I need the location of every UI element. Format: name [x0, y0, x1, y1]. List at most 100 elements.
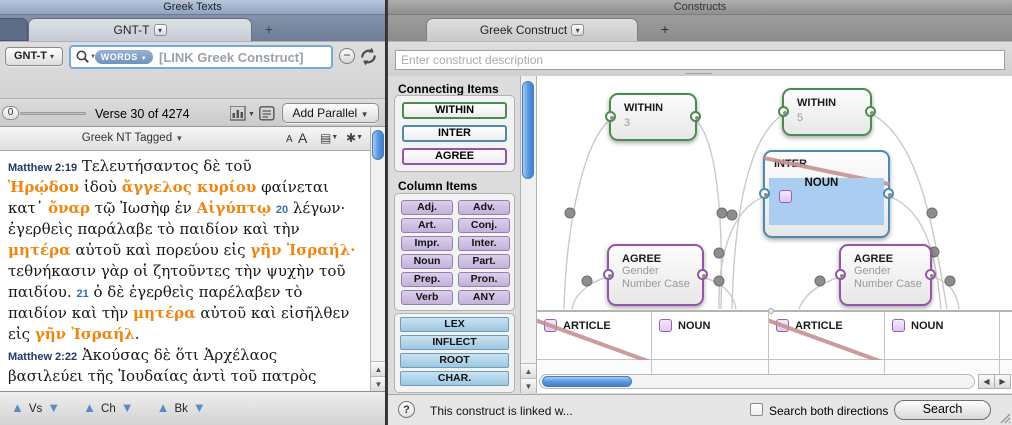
palette-item-adj[interactable]: Adj.: [401, 200, 453, 215]
scroll-left-button[interactable]: ◀: [978, 374, 995, 389]
increase-font-button[interactable]: A: [298, 130, 307, 146]
scroll-down-button[interactable]: ▼: [371, 376, 386, 391]
connector-socket[interactable]: [883, 188, 894, 199]
left-window-titlebar[interactable]: Greek Texts: [0, 0, 385, 15]
nav-bk-up-button[interactable]: ▲: [157, 400, 170, 415]
agree-node-2[interactable]: AGREE Gender Number Case: [839, 244, 932, 306]
palette-item-inflect[interactable]: INFLECT: [400, 335, 509, 350]
connector-socket[interactable]: [835, 269, 846, 280]
decrease-font-button[interactable]: A: [286, 134, 293, 145]
display-settings-icon[interactable]: ▤▼: [320, 131, 338, 145]
connector-socket[interactable]: [778, 106, 789, 117]
tab-dropdown-icon[interactable]: ▾: [571, 24, 584, 36]
search-button[interactable]: Search: [894, 400, 991, 420]
text-vertical-scrollbar[interactable]: ▲ ▼: [370, 127, 385, 391]
palette-item-agree[interactable]: AGREE: [402, 148, 507, 165]
palette-item-root[interactable]: ROOT: [400, 353, 509, 368]
search-input[interactable]: [159, 47, 327, 67]
verse-slider-thumb[interactable]: 0: [2, 106, 19, 120]
dropdown-arrow-icon[interactable]: ▼: [248, 111, 255, 118]
bible-text-pane[interactable]: Matthew 2:19 Τελευτήσαντος δὲ τοῦἩρῴδου …: [0, 151, 371, 391]
construct-description-input[interactable]: [395, 50, 1005, 70]
connector-socket[interactable]: [865, 106, 876, 117]
construct-canvas[interactable]: WITHIN 3 WITHIN 5 INTER NOUN: [537, 76, 1012, 393]
canvas-horizontal-scrollbar[interactable]: [539, 374, 975, 389]
palette-item-prep[interactable]: Prep.: [401, 272, 453, 287]
palette-item-any[interactable]: ANY: [458, 290, 510, 305]
connector-socket[interactable]: [603, 269, 614, 280]
palette-item-char[interactable]: CHAR.: [400, 371, 509, 386]
scroll-up-button[interactable]: ▲: [521, 363, 536, 378]
agree-node-1[interactable]: AGREE Gender Number Case: [607, 244, 704, 306]
right-window-titlebar[interactable]: Constructs: [388, 0, 1012, 15]
search-icon[interactable]: [75, 49, 91, 65]
palette-item-part[interactable]: Part.: [458, 254, 510, 269]
palette-item-inter[interactable]: INTER: [402, 125, 507, 142]
connector-socket[interactable]: [925, 269, 936, 280]
words-scope-pill[interactable]: WORDS ▼: [95, 50, 153, 64]
palette-item-inter[interactable]: Inter.: [458, 236, 510, 251]
palette-item-art[interactable]: Art.: [401, 218, 453, 233]
tab-greek-construct[interactable]: Greek Construct▾: [426, 18, 638, 41]
greek-text: φαίνεται: [256, 178, 328, 196]
left-new-tab-button[interactable]: +: [254, 18, 284, 41]
connector-socket[interactable]: [690, 111, 701, 122]
connector-socket[interactable]: [605, 111, 616, 122]
module-select-button[interactable]: GNT-T ▾: [5, 47, 63, 66]
verse-slider-track[interactable]: [20, 112, 86, 115]
nav-ch-up-button[interactable]: ▲: [83, 400, 96, 415]
within-node-2[interactable]: WITHIN 5: [782, 88, 872, 136]
palette-scrollbar[interactable]: ▲ ▼: [520, 76, 537, 393]
verse-number: 21: [76, 288, 88, 300]
help-button[interactable]: ?: [398, 401, 415, 418]
dropdown-arrow-icon: ▼: [361, 110, 369, 119]
within-node-1[interactable]: WITHIN 3: [609, 93, 697, 141]
scrollbar-thumb[interactable]: [542, 376, 632, 387]
nav-bk-down-button[interactable]: ▼: [193, 400, 206, 415]
add-parallel-button[interactable]: Add Parallel ▼: [282, 103, 379, 123]
tab-gnt-t[interactable]: GNT-T▾: [28, 18, 252, 41]
palette-item-impr[interactable]: Impr.: [401, 236, 453, 251]
column-checkbox[interactable]: [892, 319, 905, 332]
palette-item-verb[interactable]: Verb: [401, 290, 453, 305]
inter-node[interactable]: INTER NOUN: [763, 150, 890, 238]
tab-dropdown-icon[interactable]: ▾: [154, 24, 167, 36]
details-pane-icon[interactable]: [259, 106, 275, 121]
constructs-window: Constructs Greek Construct▾ + Connecting…: [388, 0, 1012, 425]
palette-item-adv[interactable]: Adv.: [458, 200, 510, 215]
left-tab-bar: GNT-T▾ +: [0, 15, 385, 41]
palette-item-pron[interactable]: Pron.: [458, 272, 510, 287]
column-article-1[interactable]: ARTICLE: [537, 312, 652, 376]
remove-search-row-button[interactable]: −: [339, 48, 355, 64]
palette-item-within[interactable]: WITHIN: [402, 102, 507, 119]
column-noun-2[interactable]: NOUN: [652, 312, 769, 376]
column-noun-4[interactable]: NOUN: [885, 312, 1000, 376]
nav-vs-up-button[interactable]: ▲: [11, 400, 24, 415]
resize-grip-icon[interactable]: [998, 411, 1011, 424]
verse-line: εἰς γῆν Ἰσραήλ.: [8, 324, 364, 345]
palette-item-noun[interactable]: Noun: [401, 254, 453, 269]
left-tab-stub[interactable]: [0, 18, 28, 41]
nav-vs-down-button[interactable]: ▼: [47, 400, 60, 415]
search-both-directions-checkbox[interactable]: [750, 403, 763, 416]
search-field[interactable]: ▼ WORDS ▼: [69, 45, 333, 69]
palette-item-conj[interactable]: Conj.: [458, 218, 510, 233]
connector-socket[interactable]: [697, 269, 708, 280]
palette-item-lex[interactable]: LEX: [400, 317, 509, 332]
noun-checkbox[interactable]: [779, 190, 792, 203]
scrollbar-thumb[interactable]: [372, 130, 384, 160]
scrollbar-thumb[interactable]: [522, 81, 534, 179]
connector-socket[interactable]: [759, 188, 770, 199]
column-checkbox[interactable]: [659, 319, 672, 332]
analysis-chart-icon[interactable]: [230, 106, 246, 121]
right-new-tab-button[interactable]: +: [650, 18, 680, 41]
scroll-right-button[interactable]: ▶: [994, 374, 1011, 389]
scroll-up-button[interactable]: ▲: [371, 361, 386, 376]
screenshot-root: { "window_left": { "title": "Greek Texts…: [0, 0, 1012, 425]
nav-ch-down-button[interactable]: ▼: [121, 400, 134, 415]
update-search-icon[interactable]: [358, 46, 379, 67]
gear-icon[interactable]: ✱▼: [346, 131, 363, 145]
scroll-down-button[interactable]: ▼: [521, 378, 536, 393]
text-module-title[interactable]: Greek NT Tagged ▼: [0, 132, 265, 144]
column-article-3[interactable]: ARTICLE: [769, 312, 885, 376]
